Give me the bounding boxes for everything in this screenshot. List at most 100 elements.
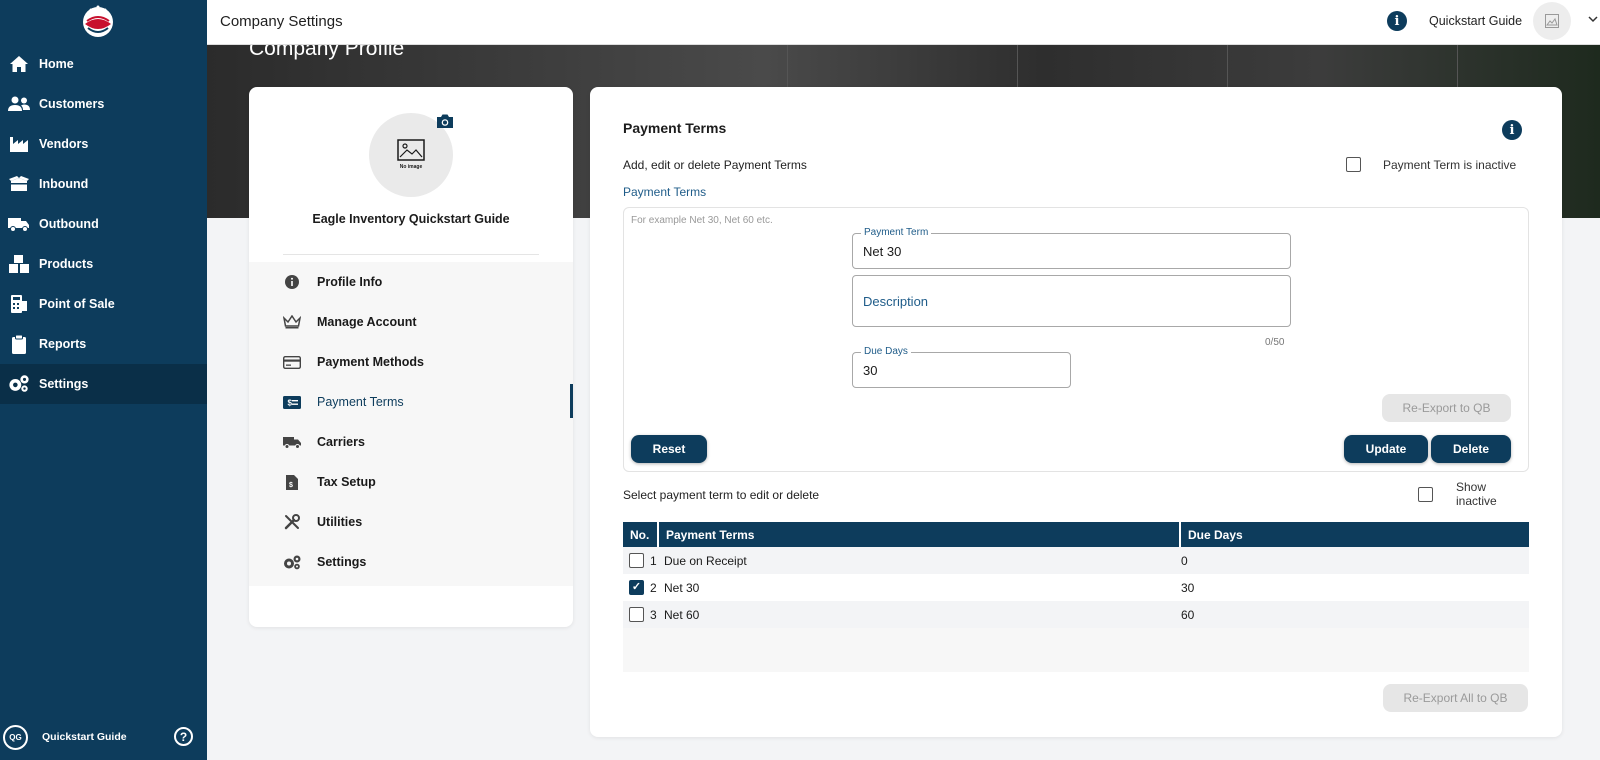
table-empty-area [623,628,1529,672]
settings-menu: Profile Info Manage Account Payment Meth… [249,262,573,586]
user-footer: QG Quickstart Guide ? [0,722,207,754]
row-days: 60 [1181,607,1195,622]
reset-button[interactable]: Reset [631,435,707,463]
payment-term-value: Net 30 [863,244,902,259]
inactive-checkbox[interactable] [1346,157,1361,172]
info-icon[interactable]: i [1387,11,1407,31]
inbound-icon [8,173,30,195]
show-inactive-label: Show inactive [1456,480,1497,508]
payment-terms-link[interactable]: Payment Terms [623,185,706,199]
table-header: No. Payment Terms Due Days [623,522,1529,547]
menu-item-manage-account[interactable]: Manage Account [249,302,573,342]
tools-icon [282,512,302,532]
menu-label: Settings [317,555,367,569]
nav-item-inbound[interactable]: Inbound [0,164,207,204]
user-avatar[interactable]: QG [3,725,28,750]
nav-label-home: Home [39,57,74,71]
vendors-icon [8,133,30,155]
column-header-no[interactable]: No. [623,522,659,547]
row-checkbox[interactable] [629,607,644,622]
nav-label-vendors: Vendors [39,137,89,151]
quickstart-guide-link[interactable]: Quickstart Guide [1429,14,1522,28]
table-row[interactable]: ✓ 2 Net 30 30 [623,574,1529,601]
nav-item-products[interactable]: Products [0,244,207,284]
outbound-icon [8,213,30,235]
show-inactive-checkbox[interactable] [1418,487,1433,502]
banner-title: Company Profile [249,45,405,60]
nav-label-reports: Reports [39,337,87,351]
sidebar: Home Customers Vendors Inbound Outbound … [0,0,207,760]
reexport-all-button[interactable]: Re-Export All to QB [1383,684,1528,712]
reexport-button[interactable]: Re-Export to QB [1382,394,1511,422]
gears-icon [282,552,302,572]
chevron-down-icon[interactable] [1586,12,1600,26]
user-name[interactable]: Quickstart Guide [42,731,127,743]
row-number: 2 [650,580,657,595]
menu-item-payment-terms[interactable]: $ Payment Terms [249,382,573,422]
menu-item-tax-setup[interactable]: $ Tax Setup [249,462,573,502]
crown-icon [282,312,302,332]
description-placeholder: Description [863,294,929,309]
update-button[interactable]: Update [1344,435,1428,463]
field-legend: Payment Term [861,227,932,238]
column-header-due-days[interactable]: Due Days [1181,522,1529,547]
row-name: Net 60 [664,607,700,622]
products-icon [8,253,30,275]
nav-item-outbound[interactable]: Outbound [0,204,207,244]
eagle-logo-icon[interactable] [79,4,117,38]
menu-item-payment-methods[interactable]: Payment Methods [249,342,573,382]
menu-item-utilities[interactable]: Utilities [249,502,573,542]
row-name: Net 30 [664,580,700,595]
nav-item-reports[interactable]: Reports [0,324,207,364]
company-name: Eagle Inventory Quickstart Guide [312,212,510,226]
profile-header: No image Eagle Inventory Quickstart Guid… [249,87,573,262]
due-days-field[interactable]: Due Days 30 [852,346,1071,388]
section-subtitle: Add, edit or delete Payment Terms [623,158,807,172]
table-row[interactable]: 1 Due on Receipt 0 [623,547,1529,574]
nav-item-customers[interactable]: Customers [0,84,207,124]
menu-label: Tax Setup [317,475,376,489]
menu-item-profile-info[interactable]: Profile Info [249,262,573,302]
payment-term-form: For example Net 30, Net 60 etc. Payment … [623,207,1529,472]
pos-icon [8,293,30,315]
nav-item-vendors[interactable]: Vendors [0,124,207,164]
help-icon[interactable]: ? [174,727,193,746]
profile-card: No image Eagle Inventory Quickstart Guid… [249,87,573,627]
menu-label: Carriers [317,435,365,449]
profile-image-icon[interactable] [1533,2,1571,40]
nav-item-settings[interactable]: Settings [0,364,207,404]
menu-label: Payment Methods [317,355,424,369]
info-icon [282,272,302,292]
svg-text:$: $ [289,482,293,489]
nav-label-settings: Settings [39,377,89,391]
nav-item-point-of-sale[interactable]: Point of Sale [0,284,207,324]
camera-icon[interactable] [435,113,455,129]
row-days: 0 [1181,553,1188,568]
no-image-text: No image [400,164,423,170]
settings-icon [8,373,30,395]
page-title: Company Settings [220,13,343,30]
delete-button[interactable]: Delete [1431,435,1511,463]
section-title: Payment Terms [623,120,727,136]
row-number: 1 [650,553,657,568]
nav-label-customers: Customers [39,97,105,111]
menu-label: Payment Terms [317,395,404,409]
row-name: Due on Receipt [664,553,747,568]
menu-item-settings[interactable]: Settings [249,542,573,582]
table-row[interactable]: 3 Net 60 60 [623,601,1529,628]
info-icon[interactable]: i [1502,120,1522,140]
row-checkbox[interactable]: ✓ [629,580,644,595]
column-header-payment-terms[interactable]: Payment Terms [659,522,1181,547]
nav-label-products: Products [39,257,94,271]
nav-item-home[interactable]: Home [0,44,207,84]
payment-terms-icon: $ [282,392,302,412]
divider [283,254,539,255]
description-field[interactable]: Description [852,275,1291,327]
row-checkbox[interactable] [629,553,644,568]
menu-item-carriers[interactable]: Carriers [249,422,573,462]
nav-label-outbound: Outbound [39,217,99,231]
reports-icon [8,333,30,355]
row-days: 30 [1181,580,1195,595]
payment-term-field[interactable]: Payment Term Net 30 [852,227,1291,269]
menu-label: Manage Account [317,315,417,329]
